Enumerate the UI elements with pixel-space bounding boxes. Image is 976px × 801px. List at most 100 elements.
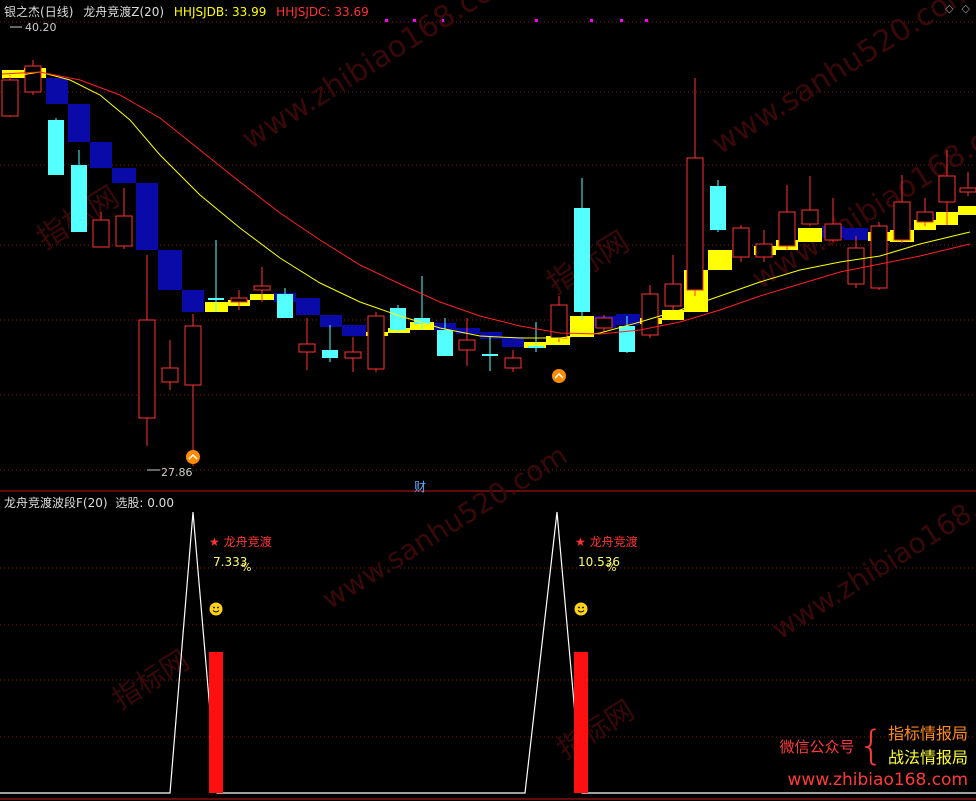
watermark-text: www.zhibiao168.com [236,0,525,157]
band-block [112,168,136,183]
band-block [46,78,68,104]
candle-body [1,79,19,117]
period-label: (日线) [40,5,74,19]
signal-bar [209,652,223,793]
signal-markers [186,369,566,464]
promo-line-2: 战法情报局 [887,748,968,767]
watermark-layer: www.zhibiao168.comwww.sanhu520.com指标网指标网… [31,0,976,766]
candle-body [48,120,64,175]
candle-body [916,211,934,223]
candle-body [161,367,179,383]
candle-body [184,325,202,386]
candle-body [24,65,42,93]
candle-body [710,186,726,230]
candle-body [755,243,773,258]
watermark-text: www.sanhu520.com [706,0,976,162]
promo-block: 微信公众号 { 指标情报局 战法情报局 www.zhibiao168.com [780,722,968,790]
candle-body [938,175,956,203]
watermark-text: 指标网 [551,693,640,766]
candle-body [298,343,316,353]
band-block [342,325,366,336]
candle-body [801,209,819,225]
signal-bar [574,652,588,793]
candle-body [686,157,704,291]
watermark-text: www.zhibiao168.com [766,460,976,646]
smiley-eye [578,606,580,609]
candle-body [390,308,406,330]
band-block [798,228,822,242]
candle-body [893,201,911,241]
smiley-eye [213,606,215,609]
diamond-icon[interactable]: ◇ [962,2,970,15]
promo-url[interactable]: www.zhibiao168.com [780,770,968,790]
candle-body [574,208,590,312]
smiley-eye [217,606,219,609]
sub-indicator-name[interactable]: 龙舟竞渡波段F(20) [4,496,108,510]
candle-body [458,339,476,351]
top-dot [535,19,538,22]
band-block [182,290,204,312]
candle-body [504,357,522,369]
sub-header: 龙舟竞渡波段F(20) 选股: 0.00 [4,494,174,511]
stock-name[interactable]: 银之杰 [4,5,40,19]
candle-body [230,297,248,303]
band-block [320,315,342,327]
signal-unit: % [606,561,617,574]
top-dot [590,19,593,22]
cai-badge[interactable]: 财 [414,478,426,495]
band-block [136,183,158,250]
high-price-label: 40.20 [25,21,57,34]
candle-body [528,346,544,348]
band-block [662,310,684,320]
main-header: 银之杰(日线) 龙舟竞渡Z(20) HHJSJDB: 33.99 HHJSJDC… [4,3,375,20]
candle-body [824,223,842,241]
candle-body [92,219,110,248]
band-blocks [2,68,976,348]
candle-body [344,351,362,359]
smiley-icon [574,602,588,616]
smiley-icon [209,602,223,616]
band-block [158,250,182,290]
candle-body [138,319,156,419]
band-block [958,206,976,215]
wechat-label: 微信公众号 [779,737,855,756]
band-block [480,332,502,339]
candle-body [437,330,453,356]
candle-body [367,315,385,370]
select-value: 选股: 0.00 [115,496,174,510]
candle-body [115,215,133,247]
band-block [90,142,112,168]
candle-body [619,326,635,352]
candle-body [847,247,865,285]
top-dot [620,19,623,22]
hhjsjdc-value: HHJSJDC: 33.69 [276,5,369,19]
candle-body [208,298,224,300]
top-dot [645,19,648,22]
low-price-label: 27.86 [161,466,193,479]
buy-signal-icon [186,450,200,464]
promo-line-1: 指标情报局 [887,724,968,743]
candle-body [732,227,750,258]
buy-signal-icon [552,369,566,383]
diamond-icon[interactable]: ◇ [945,2,953,15]
candlesticks [1,60,976,466]
band-block [708,250,732,270]
indicator-name[interactable]: 龙舟竞渡Z(20) [83,5,164,19]
candle-body [778,211,796,247]
band-block [296,298,320,315]
top-dot [385,19,388,22]
hhjsjdb-value: HHJSJDB: 33.99 [173,5,267,19]
candle-body [959,187,976,193]
candle-body [482,354,498,356]
candle-body [71,165,87,232]
chart-canvas[interactable]: www.zhibiao168.comwww.sanhu520.com指标网指标网… [0,0,976,801]
candle-body [253,285,271,291]
band-block [68,104,90,142]
smiley-eye [582,606,584,609]
candle-body [277,294,293,318]
signal-label: ★ 龙舟竞渡 [209,535,272,549]
window-controls: ◇ ◇ [937,2,970,15]
signal-unit: % [241,561,252,574]
candle-body [322,350,338,358]
candle-body [595,317,613,329]
